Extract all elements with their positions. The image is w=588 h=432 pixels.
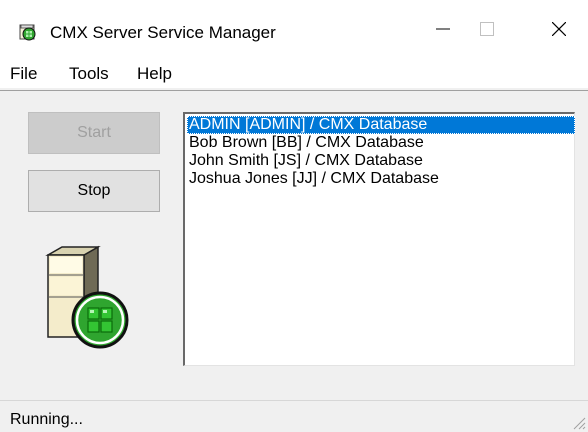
- close-icon: [552, 22, 566, 36]
- close-button[interactable]: [530, 0, 588, 58]
- cmx-app-icon: [19, 24, 36, 41]
- minimize-icon: [436, 28, 450, 30]
- start-button[interactable]: Start: [28, 112, 160, 154]
- status-text: Running...: [10, 411, 83, 428]
- list-item-admin[interactable]: ADMIN [ADMIN] / CMX Database: [187, 116, 575, 134]
- menu-divider: [0, 90, 588, 91]
- menu-tools[interactable]: Tools: [69, 64, 109, 84]
- menu-bar: File Tools Help: [0, 58, 588, 88]
- menu-file[interactable]: File: [10, 64, 37, 84]
- list-item-john-smith[interactable]: John Smith [JS] / CMX Database: [187, 152, 423, 170]
- resize-grip-icon[interactable]: [570, 414, 586, 430]
- server-icon: [45, 245, 129, 349]
- user-database-list[interactable]: ADMIN [ADMIN] / CMX Database Bob Brown […: [183, 112, 575, 366]
- list-item-joshua-jones[interactable]: Joshua Jones [JJ] / CMX Database: [187, 170, 439, 188]
- stop-button[interactable]: Stop: [28, 170, 160, 212]
- status-bar: Running...: [0, 400, 588, 432]
- maximize-icon: [480, 22, 494, 36]
- title-bar[interactable]: CMX Server Service Manager: [0, 0, 588, 58]
- menu-help[interactable]: Help: [137, 64, 172, 84]
- maximize-button[interactable]: [458, 0, 516, 58]
- list-item-bob-brown[interactable]: Bob Brown [BB] / CMX Database: [187, 134, 424, 152]
- window-title: CMX Server Service Manager: [50, 23, 276, 42]
